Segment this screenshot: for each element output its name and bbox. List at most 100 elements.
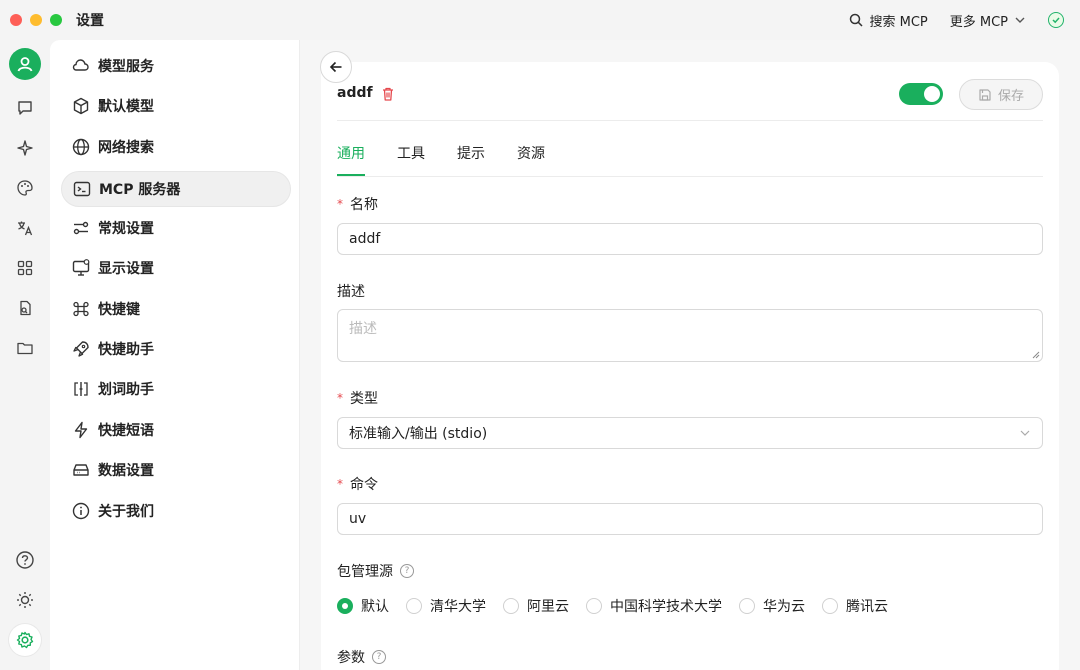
search-mcp-label: 搜索 MCP — [869, 14, 928, 30]
tab-resources[interactable]: 资源 — [517, 140, 545, 176]
rail-paint[interactable] — [9, 172, 41, 204]
search-icon — [850, 13, 863, 27]
registry-option-tencent[interactable]: 腾讯云 — [822, 596, 888, 616]
menu-item-8[interactable]: 划词助手 — [61, 371, 291, 407]
menu-item-label: 显示设置 — [98, 261, 154, 277]
tab-prompts[interactable]: 提示 — [457, 140, 485, 176]
registry-option-tsinghua[interactable]: 清华大学 — [406, 596, 486, 616]
menu-item-7[interactable]: 快捷助手 — [61, 331, 291, 367]
menu-item-0[interactable]: 模型服务 — [61, 48, 291, 84]
radio-button[interactable] — [586, 598, 602, 614]
server-enabled-toggle[interactable] — [899, 83, 943, 105]
radio-button[interactable] — [503, 598, 519, 614]
registry-option-default[interactable]: 默认 — [337, 596, 389, 616]
menu-item-label: MCP 服务器 — [99, 182, 181, 198]
registry-label-row: 包管理源 ? — [337, 561, 414, 581]
menu-item-1[interactable]: 默认模型 — [61, 88, 291, 124]
save-label: 保存 — [997, 89, 1024, 104]
tab-tools[interactable]: 工具 — [397, 140, 425, 176]
window-controls — [10, 14, 62, 26]
required-marker: * — [337, 391, 343, 405]
description-textarea[interactable] — [337, 309, 1043, 362]
sparkle-icon — [17, 140, 33, 156]
args-label-row: 参数 ? — [337, 647, 386, 667]
rail-settings[interactable] — [9, 624, 41, 656]
description-label: 描述 — [337, 284, 365, 300]
args-label: 参数 — [337, 650, 365, 666]
zap-icon — [71, 420, 91, 440]
text-select-icon — [71, 379, 91, 399]
radio-button[interactable] — [337, 598, 353, 614]
menu-item-4[interactable]: 常规设置 — [61, 210, 291, 246]
menu-item-10[interactable]: 数据设置 — [61, 452, 291, 488]
title-bar: 设置 搜索 MCP 更多 MCP — [0, 0, 1080, 40]
radio-label: 腾讯云 — [846, 599, 888, 615]
rail-apps[interactable] — [9, 252, 41, 284]
menu-item-label: 快捷短语 — [98, 423, 154, 439]
trash-icon[interactable] — [380, 86, 396, 102]
more-mcp-dropdown[interactable]: 更多 MCP — [950, 11, 1026, 30]
radio-button[interactable] — [822, 598, 838, 614]
folder-icon — [17, 342, 33, 355]
registry-option-huawei[interactable]: 华为云 — [739, 596, 805, 616]
search-mcp-button[interactable]: 搜索 MCP — [849, 11, 928, 30]
close-window-button[interactable] — [10, 14, 22, 26]
save-button[interactable]: 保存 — [959, 79, 1043, 110]
command-input[interactable] — [337, 503, 1043, 535]
question-circle-icon[interactable]: ? — [400, 564, 414, 578]
command-label: 命令 — [350, 477, 378, 493]
name-input[interactable] — [337, 223, 1043, 255]
menu-item-11[interactable]: 关于我们 — [61, 493, 291, 529]
menu-item-9[interactable]: 快捷短语 — [61, 412, 291, 448]
status-check-icon[interactable] — [1048, 12, 1064, 28]
rail-files[interactable] — [9, 292, 41, 324]
type-label: 类型 — [350, 391, 378, 407]
rail-help[interactable] — [9, 544, 41, 576]
palette-icon — [17, 180, 33, 196]
back-button[interactable] — [320, 51, 352, 83]
user-icon — [17, 57, 33, 72]
rail-assistant[interactable] — [9, 132, 41, 164]
menu-item-6[interactable]: 快捷键 — [61, 291, 291, 327]
type-select[interactable]: 标准输入/输出 (stdio) — [337, 417, 1043, 449]
menu-item-label: 数据设置 — [98, 463, 154, 479]
menu-item-label: 模型服务 — [98, 59, 154, 75]
name-label-row: * 名称 — [337, 194, 378, 214]
monitor-icon — [71, 258, 91, 278]
menu-item-5[interactable]: 显示设置 — [61, 250, 291, 286]
help-icon — [16, 551, 34, 569]
server-name: addf — [337, 85, 373, 101]
type-label-row: * 类型 — [337, 388, 378, 408]
maximize-window-button[interactable] — [50, 14, 62, 26]
menu-item-label: 网络搜索 — [98, 140, 154, 156]
rail-translate[interactable] — [9, 212, 41, 244]
menu-item-label: 划词助手 — [98, 382, 154, 398]
registry-option-ustc[interactable]: 中国科学技术大学 — [586, 596, 722, 616]
registry-radio-group: 默认 清华大学 阿里云 中国科学技术大学 华为云 腾讯云 — [337, 596, 905, 616]
avatar[interactable] — [9, 48, 41, 80]
menu-item-2[interactable]: 网络搜索 — [61, 129, 291, 165]
radio-label: 默认 — [361, 599, 389, 615]
question-circle-icon[interactable]: ? — [372, 650, 386, 664]
rail-chat[interactable] — [9, 92, 41, 124]
menu-item-label: 默认模型 — [98, 99, 154, 115]
menu-item-label: 快捷键 — [98, 302, 140, 318]
radio-label: 华为云 — [763, 599, 805, 615]
header-divider — [337, 120, 1043, 121]
minimize-window-button[interactable] — [30, 14, 42, 26]
menu-item-3[interactable]: MCP 服务器 — [61, 171, 291, 207]
rail-theme[interactable] — [9, 584, 41, 616]
resize-handle-icon[interactable] — [1032, 351, 1040, 359]
radio-button[interactable] — [406, 598, 422, 614]
more-mcp-label: 更多 MCP — [949, 14, 1008, 30]
registry-option-aliyun[interactable]: 阿里云 — [503, 596, 569, 616]
tab-general[interactable]: 通用 — [337, 140, 365, 176]
tab-bar: 通用 工具 提示 资源 — [337, 140, 1043, 177]
rail-folder[interactable] — [9, 332, 41, 364]
radio-button[interactable] — [739, 598, 755, 614]
icon-rail — [0, 40, 50, 670]
radio-label: 阿里云 — [527, 599, 569, 615]
menu-item-label: 关于我们 — [98, 504, 154, 520]
required-marker: * — [337, 477, 343, 491]
radio-label: 清华大学 — [430, 599, 486, 615]
